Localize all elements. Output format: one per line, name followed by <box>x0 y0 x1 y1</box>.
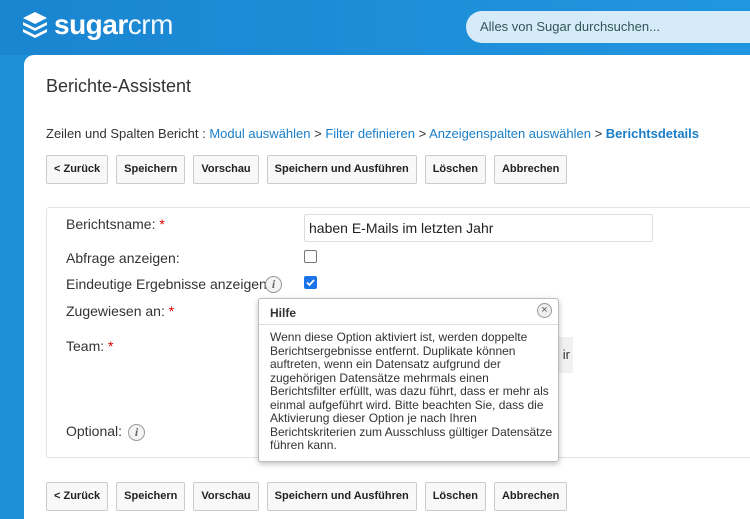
breadcrumb-step-filter[interactable]: Filter definieren <box>325 126 415 141</box>
top-bar: sugarcrm Alles von Sugar durchsuchen... <box>0 0 750 55</box>
assigned-to-label: Zugewiesen an: * <box>66 303 175 319</box>
back-button[interactable]: < Zurück <box>46 482 109 511</box>
page-title: Berichte-Assistent <box>46 76 192 96</box>
save-run-button[interactable]: Speichern und Ausführen <box>266 155 417 184</box>
back-button[interactable]: < Zurück <box>46 155 109 184</box>
help-popup-title: Hilfe <box>270 306 297 320</box>
top-button-row: < Zurück Speichern Vorschau Speichern un… <box>46 155 575 184</box>
preview-button[interactable]: Vorschau <box>193 482 259 511</box>
breadcrumb-separator: > <box>414 126 430 141</box>
bottom-button-row: < Zurück Speichern Vorschau Speichern un… <box>46 482 575 511</box>
breadcrumb-separator: > <box>310 126 326 141</box>
show-query-label: Abfrage anzeigen: <box>66 250 180 266</box>
checkmark-icon <box>306 279 315 287</box>
preview-button[interactable]: Vorschau <box>193 155 259 184</box>
breadcrumb-step-module[interactable]: Modul auswählen <box>209 126 310 141</box>
cancel-button[interactable]: Abbrechen <box>493 155 568 184</box>
breadcrumb-step-columns[interactable]: Anzeigenspalten auswählen <box>429 126 591 141</box>
show-query-checkbox[interactable] <box>304 250 317 263</box>
sugarcrm-logo[interactable]: sugarcrm <box>22 11 173 39</box>
delete-button[interactable]: Löschen <box>424 482 486 511</box>
unique-results-label: Eindeutige Ergebnisse anzeigen: <box>66 276 271 292</box>
optional-label: Optional: <box>66 423 123 439</box>
cube-stack-icon <box>23 12 47 38</box>
help-popup-header: Hilfe × <box>259 299 558 325</box>
save-button[interactable]: Speichern <box>116 155 186 184</box>
team-label: Team: * <box>66 338 114 354</box>
report-name-label: Berichtsname: * <box>66 216 165 232</box>
help-popup: Hilfe × Wenn diese Option aktiviert ist,… <box>258 298 559 462</box>
unique-results-checkbox[interactable] <box>304 276 317 289</box>
breadcrumb-step-details: Berichtsdetails <box>605 126 699 141</box>
breadcrumb: Zeilen und Spalten Bericht : Modul auswä… <box>46 126 699 141</box>
logo-wordmark: sugarcrm <box>54 9 173 40</box>
save-button[interactable]: Speichern <box>116 482 186 511</box>
report-name-input[interactable]: haben E-Mails im letzten Jahr <box>304 214 653 242</box>
breadcrumb-prefix: Zeilen und Spalten Bericht : <box>46 126 210 141</box>
info-icon[interactable]: i <box>265 276 282 293</box>
cancel-button[interactable]: Abbrechen <box>493 482 568 511</box>
breadcrumb-separator: > <box>590 126 606 141</box>
help-popup-text: Wenn diese Option aktiviert ist, werden … <box>270 330 553 452</box>
delete-button[interactable]: Löschen <box>424 155 486 184</box>
save-run-button[interactable]: Speichern und Ausführen <box>266 482 417 511</box>
global-search-input[interactable]: Alles von Sugar durchsuchen... <box>466 11 750 43</box>
info-icon[interactable]: i <box>128 424 145 441</box>
close-icon[interactable]: × <box>537 303 552 318</box>
